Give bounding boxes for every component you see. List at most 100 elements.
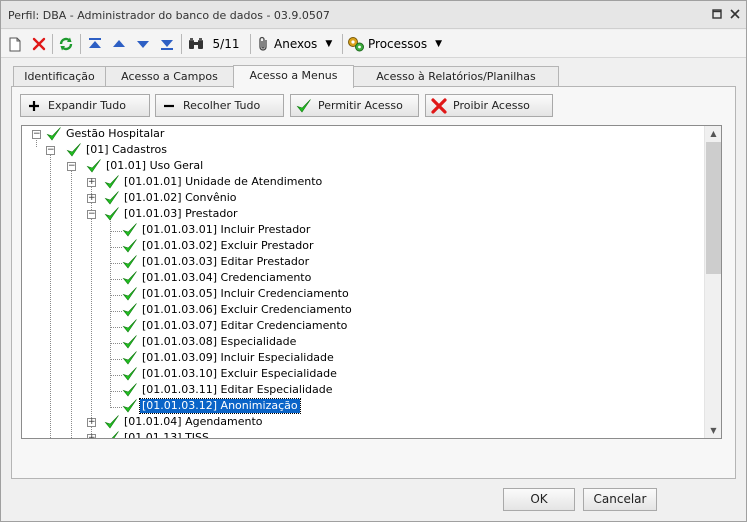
collapse-all-label: Recolher Tudo	[183, 99, 261, 112]
tree-node[interactable]: [01.01.03.06] Excluir Credenciamento	[122, 302, 354, 318]
toolbar-separator	[181, 34, 182, 54]
last-record-icon[interactable]	[159, 34, 175, 54]
tab-acesso-menus[interactable]: Acesso a Menus	[233, 65, 354, 88]
tree-node-label: Gestão Hospitalar	[66, 127, 165, 140]
tree-node-label: [01.01.03.07] Editar Credenciamento	[142, 319, 348, 332]
toolbar-separator	[52, 34, 53, 54]
tree-node[interactable]: [01.01.03.09] Incluir Especialidade	[122, 350, 336, 366]
deny-icon	[431, 97, 447, 114]
profile-window: Perfil: DBA - Administrador do banco de …	[0, 0, 747, 522]
tree-connector	[36, 138, 37, 147]
tree-node-selected[interactable]: [01.01.03.12] Anonimização	[122, 398, 301, 414]
next-record-icon[interactable]	[135, 34, 151, 54]
tree-node-label: [01.01.03.12] Anonimização	[139, 398, 301, 414]
tree-node-label: [01.01.03.04] Credenciamento	[142, 271, 312, 284]
allow-access-button[interactable]: Permitir Acesso	[290, 94, 419, 117]
tree-connector	[110, 375, 122, 376]
check-icon	[122, 334, 138, 350]
collapse-toggle[interactable]: −	[67, 162, 76, 171]
check-icon	[122, 222, 138, 238]
expand-toggle[interactable]: +	[87, 418, 96, 427]
ok-button[interactable]: OK	[503, 488, 575, 511]
tree-node-label: [01.01.04] Agendamento	[124, 415, 263, 428]
tree-node-label: [01.01.03.11] Editar Especialidade	[142, 383, 333, 396]
first-record-icon[interactable]	[87, 34, 103, 54]
close-icon[interactable]	[727, 7, 743, 23]
restore-icon[interactable]	[709, 7, 725, 23]
tree-node[interactable]: [01.01.03] Prestador	[104, 206, 240, 222]
tree-node-label: [01.01.03.10] Excluir Especialidade	[142, 367, 337, 380]
refresh-icon[interactable]	[57, 34, 75, 54]
tree-node[interactable]: [01.01.03.10] Excluir Especialidade	[122, 366, 339, 382]
collapse-toggle[interactable]: −	[46, 146, 55, 155]
tree-node[interactable]: [01.01.03.03] Editar Prestador	[122, 254, 311, 270]
attachments-button[interactable]: Anexos ▼	[257, 34, 343, 54]
check-icon	[104, 206, 120, 222]
tree-node-label: [01.01.03.01] Incluir Prestador	[142, 223, 311, 236]
check-icon	[122, 238, 138, 254]
check-icon	[66, 142, 82, 158]
tree-node[interactable]: [01.01.03.05] Incluir Credenciamento	[122, 286, 351, 302]
allow-access-label: Permitir Acesso	[318, 99, 403, 112]
tree-connector	[110, 311, 122, 312]
expand-all-button[interactable]: Expandir Tudo	[20, 94, 150, 117]
tree-node[interactable]: Gestão Hospitalar	[46, 126, 166, 142]
check-icon	[104, 414, 120, 430]
collapse-toggle[interactable]: −	[32, 130, 41, 139]
tree-node[interactable]: [01.01.03.07] Editar Credenciamento	[122, 318, 349, 334]
chevron-down-icon: ▼	[325, 39, 333, 49]
tab-acesso-relatorios[interactable]: Acesso à Relatórios/Planilhas	[353, 66, 559, 87]
tree-connector	[91, 184, 92, 438]
tree-node[interactable]: [01.01.03.11] Editar Especialidade	[122, 382, 334, 398]
menu-access-tree[interactable]: Gestão Hospitalar − [01] Cadastros − [01…	[21, 125, 722, 439]
tree-node[interactable]: [01.01.03.02] Excluir Prestador	[122, 238, 315, 254]
tab-identificacao[interactable]: Identificação	[13, 66, 106, 87]
tree-node[interactable]: [01.01.04] Agendamento	[104, 414, 265, 430]
tree-node[interactable]: [01.01.03.08] Especialidade	[122, 334, 298, 350]
tree-connector	[110, 407, 122, 408]
processes-label: Processos	[368, 37, 428, 51]
tab-acesso-campos[interactable]: Acesso a Campos	[105, 66, 234, 87]
minus-icon	[161, 98, 177, 114]
check-icon	[46, 126, 62, 142]
delete-icon[interactable]	[31, 34, 47, 54]
tree-node[interactable]: [01] Cadastros	[66, 142, 169, 158]
collapse-toggle[interactable]: −	[87, 210, 96, 219]
title-bar: Perfil: DBA - Administrador do banco de …	[1, 1, 746, 29]
tree-node-label: [01.01] Uso Geral	[106, 159, 204, 172]
tree-node[interactable]: [01.01.13] TISS	[104, 430, 211, 438]
chevron-down-icon: ▼	[435, 39, 443, 49]
cancel-button[interactable]: Cancelar	[583, 488, 657, 511]
tree-connector	[110, 359, 122, 360]
tree-node[interactable]: [01.01.02] Convênio	[104, 190, 238, 206]
check-icon	[122, 254, 138, 270]
record-counter: 5/11	[211, 34, 241, 54]
check-icon	[122, 350, 138, 366]
expand-toggle[interactable]: +	[87, 434, 96, 438]
previous-record-icon[interactable]	[111, 34, 127, 54]
tree-node-label: [01.01.03.03] Editar Prestador	[142, 255, 310, 268]
tree-connector	[110, 247, 122, 248]
deny-access-button[interactable]: Proibir Acesso	[425, 94, 553, 117]
tree-connector	[110, 279, 122, 280]
tree-node-label: [01.01.03.05] Incluir Credenciamento	[142, 287, 349, 300]
tree-node-label: [01.01.01] Unidade de Atendimento	[124, 175, 323, 188]
processes-button[interactable]: Processos ▼	[347, 34, 447, 54]
scroll-down-icon[interactable]: ▼	[705, 423, 721, 438]
vertical-scrollbar[interactable]: ▲ ▼	[704, 126, 721, 438]
expand-toggle[interactable]: +	[87, 194, 96, 203]
search-icon[interactable]	[187, 34, 205, 54]
scrollbar-thumb[interactable]	[706, 142, 721, 274]
tree-node[interactable]: [01.01] Uso Geral	[86, 158, 205, 174]
tree-node-label: [01.01.03.09] Incluir Especialidade	[142, 351, 334, 364]
expand-toggle[interactable]: +	[87, 178, 96, 187]
toolbar-separator	[250, 34, 251, 54]
tree-node[interactable]: [01.01.03.01] Incluir Prestador	[122, 222, 312, 238]
deny-access-label: Proibir Acesso	[453, 99, 530, 112]
tree-node[interactable]: [01.01.03.04] Credenciamento	[122, 270, 313, 286]
scroll-up-icon[interactable]: ▲	[705, 126, 721, 141]
new-document-icon[interactable]	[7, 34, 23, 54]
collapse-all-button[interactable]: Recolher Tudo	[155, 94, 284, 117]
tree-node[interactable]: [01.01.01] Unidade de Atendimento	[104, 174, 324, 190]
tree-node-label: [01.01.02] Convênio	[124, 191, 237, 204]
